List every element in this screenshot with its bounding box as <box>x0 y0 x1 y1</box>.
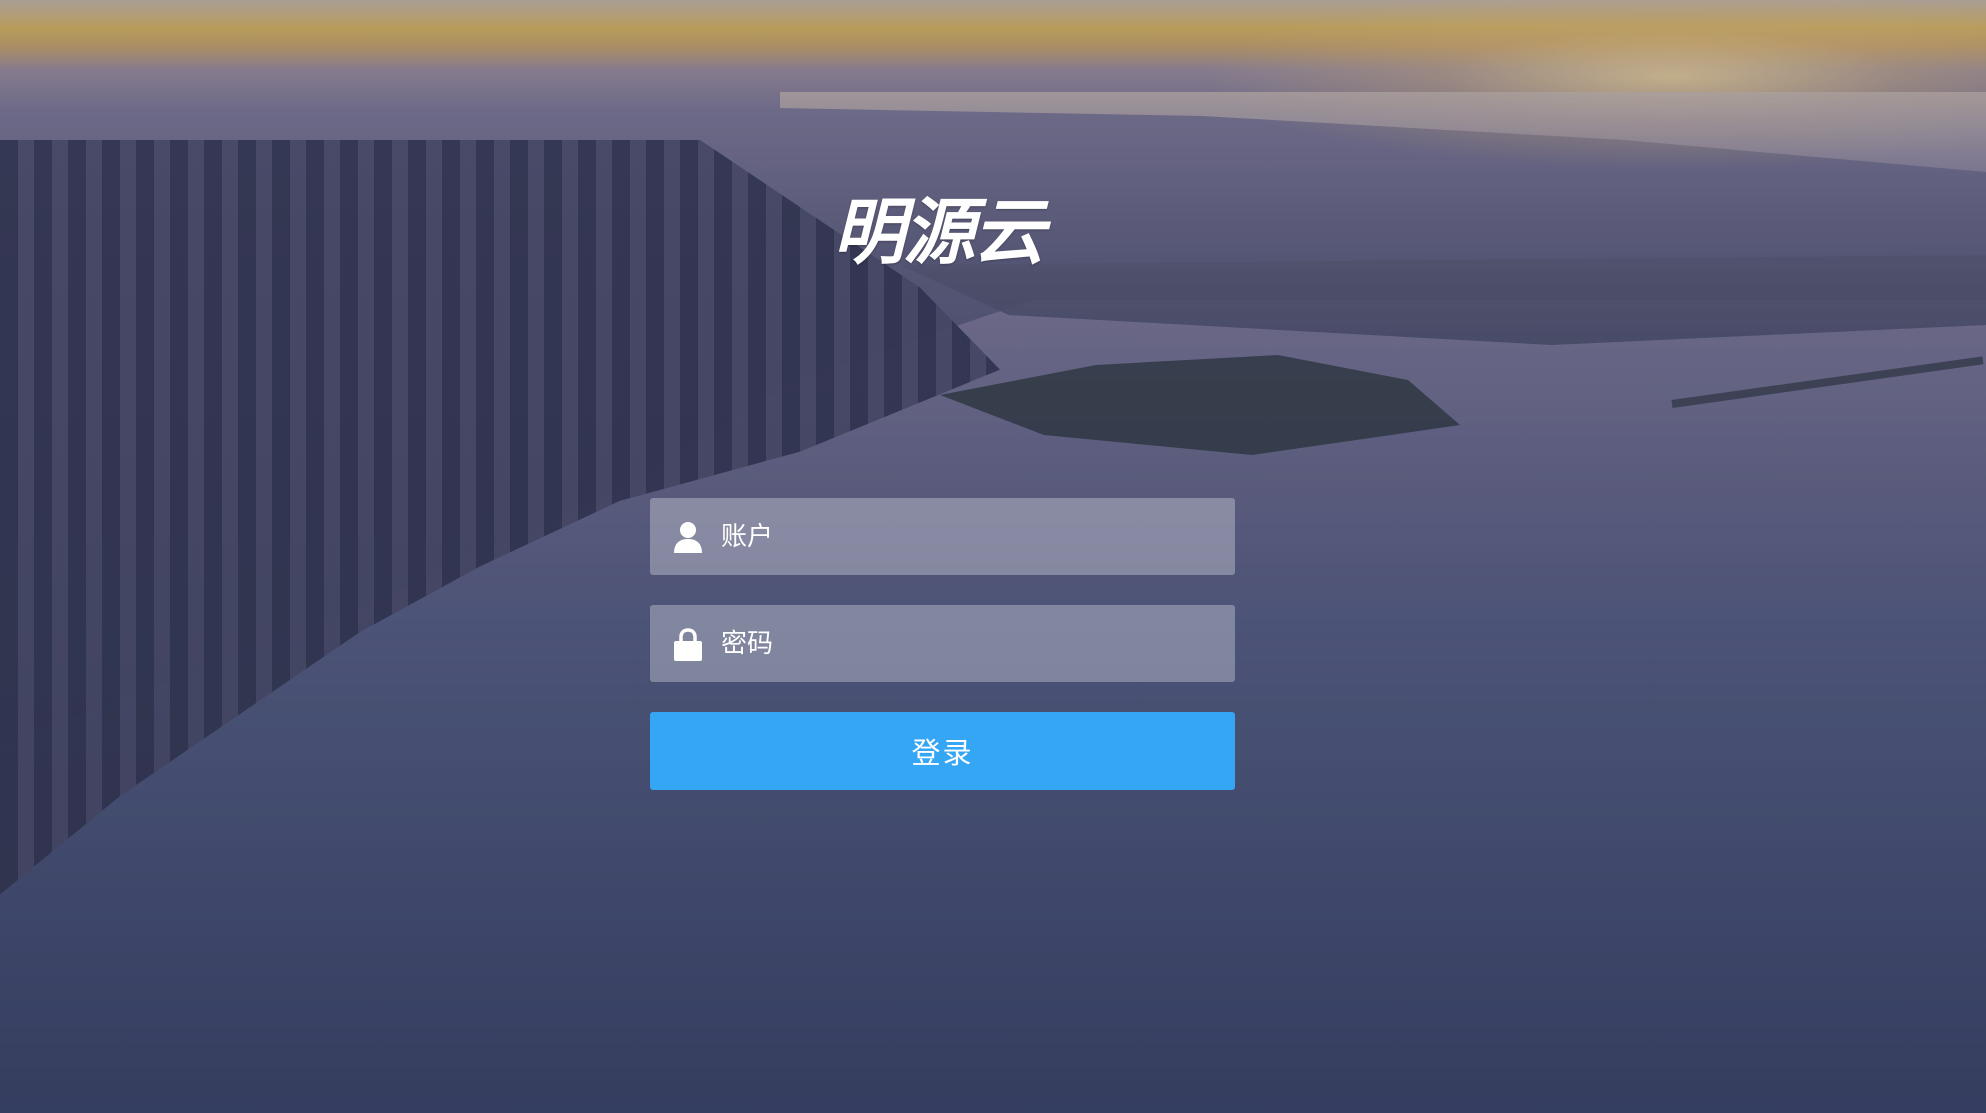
login-screen: 明源云 登录 <box>0 0 1986 1113</box>
password-field[interactable] <box>650 605 1235 682</box>
login-button[interactable]: 登录 <box>650 712 1235 790</box>
lock-icon <box>673 627 703 661</box>
user-icon <box>673 520 703 554</box>
account-field[interactable] <box>650 498 1235 575</box>
password-input[interactable] <box>721 605 1235 682</box>
logo-text: 明源云 <box>833 189 1045 274</box>
account-input[interactable] <box>721 498 1235 575</box>
brand-logo: 明源云 <box>833 184 1053 279</box>
